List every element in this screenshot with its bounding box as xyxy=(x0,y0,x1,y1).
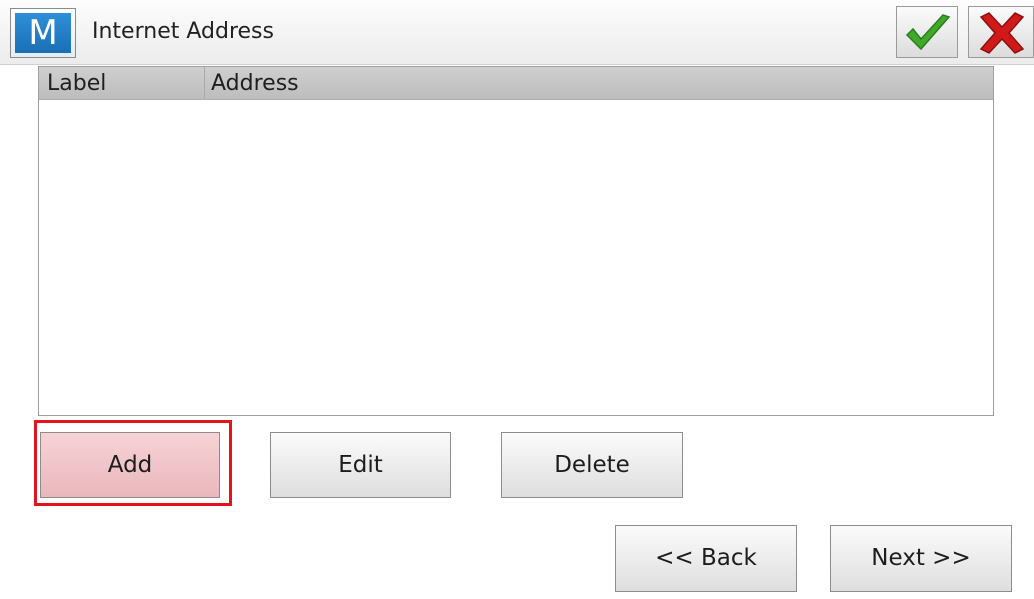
title-bar: M Internet Address xyxy=(0,0,1034,65)
column-header-address[interactable]: Address xyxy=(205,67,993,99)
checkmark-icon xyxy=(905,14,951,51)
app-logo-letter: M xyxy=(15,13,71,53)
page-title: Internet Address xyxy=(92,19,274,44)
column-header-label[interactable]: Label xyxy=(39,67,205,99)
app-menu-button[interactable]: M xyxy=(10,8,76,58)
add-button[interactable]: Add xyxy=(40,432,220,498)
back-button[interactable]: << Back xyxy=(615,525,797,592)
internet-address-screen: M Internet Address Label Address Add Edi… xyxy=(0,0,1034,599)
ok-button[interactable] xyxy=(896,6,958,58)
cancel-button[interactable] xyxy=(968,6,1034,58)
delete-button[interactable]: Delete xyxy=(501,432,683,498)
address-list[interactable]: Label Address xyxy=(38,66,994,416)
edit-button[interactable]: Edit xyxy=(270,432,451,498)
next-button[interactable]: Next >> xyxy=(830,525,1012,592)
list-header: Label Address xyxy=(39,67,993,100)
close-x-icon xyxy=(979,12,1025,54)
